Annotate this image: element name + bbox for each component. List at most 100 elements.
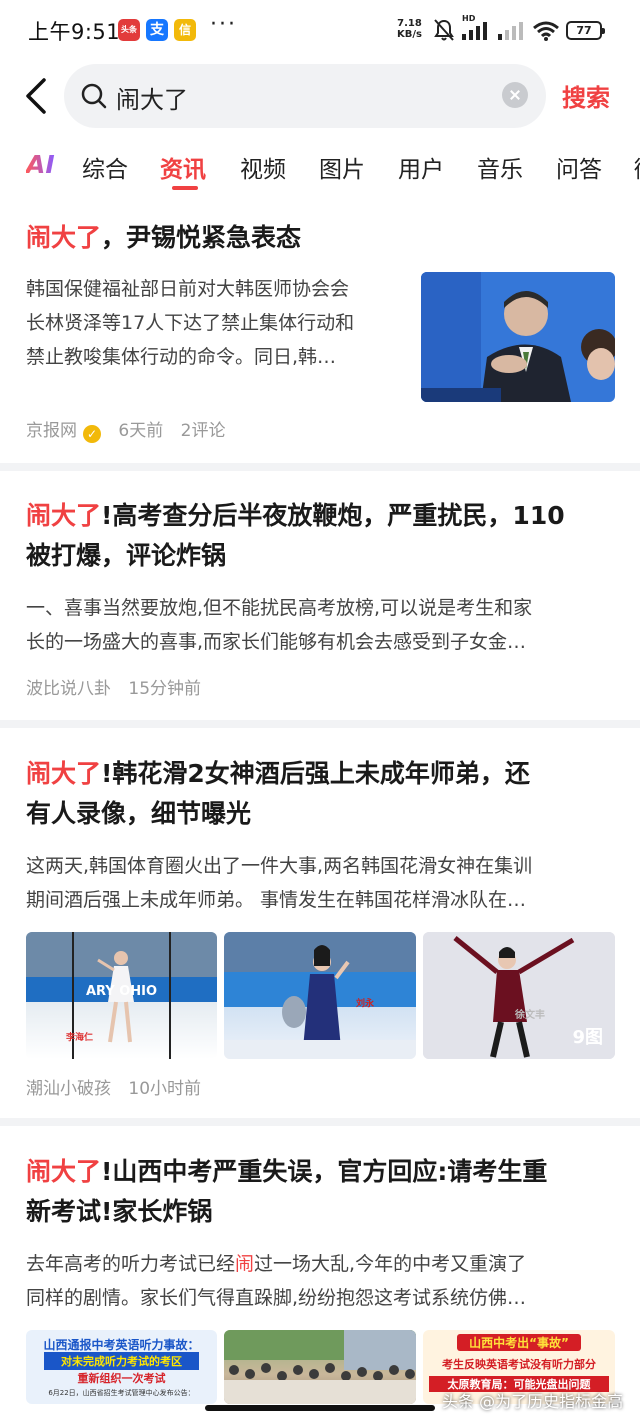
article-title: 闹大了!高考查分后半夜放鞭炮，严重扰民，110 被打爆，评论炸锅 xyxy=(26,496,616,576)
article-summary: 一、喜事当然要放炮,但不能扰民高考放榜,可以说是考生和家 长的一场盛大的喜事,而… xyxy=(26,591,616,659)
tab-users[interactable]: 用户 xyxy=(398,150,444,184)
summary-line: 长的一场盛大的喜事,而家长们能够有机会去感受到子女金… xyxy=(26,631,527,653)
article-title: 闹大了!韩花滑2女神酒后强上未成年师弟，还 有人录像，细节曝光 xyxy=(26,754,616,834)
article-title: 闹大了!山西中考严重失误，官方回应:请考生重 新考试!家长炸锅 xyxy=(26,1152,616,1232)
summary-keyword: 闹 xyxy=(235,1253,255,1275)
summary-line: 韩国保健福祉部日前对大韩医师协会会 xyxy=(26,278,350,300)
alipay-app-icon: 支 xyxy=(146,19,168,41)
summary-line: 期间酒后强上未成年师弟。 事情发生在韩国花样滑冰队在… xyxy=(26,889,527,911)
tab-ai[interactable]: AI xyxy=(26,150,55,179)
article-thumbnail-1[interactable]: 山西通报中考英语听力事故： 对未完成听力考试的考区 重新组织一次考试 6月22日… xyxy=(26,1330,217,1404)
thumb-caption: 徐文丰 xyxy=(515,1010,545,1021)
wifi-icon xyxy=(533,21,559,41)
article-summary: 去年高考的听力考试已经闹过一场大乱,今年的中考又重演了 同样的剧情。家长们气得直… xyxy=(26,1247,616,1315)
comment-count: 2评论 xyxy=(180,421,226,441)
net-speed-unit: KB/s xyxy=(397,29,422,40)
image-count-badge: 9图 xyxy=(572,1027,603,1048)
divider xyxy=(0,1118,640,1126)
title-text: 有人录像，细节曝光 xyxy=(26,799,252,828)
article-thumbnail-1[interactable]: ARY OHIO 李海仁 xyxy=(26,932,217,1059)
thumb-caption: 李海仁 xyxy=(66,1033,94,1043)
tab-news[interactable]: 资讯 xyxy=(160,150,206,184)
summary-text: 去年高考的听力考试已经 xyxy=(26,1253,236,1275)
status-bar: 上午9:51 头条 支 信 ··· 7.18 KB/s HD 77 xyxy=(0,0,640,62)
divider xyxy=(0,720,640,728)
battery-indicator: 77 xyxy=(566,21,605,40)
summary-line: 去年高考的听力考试已经闹过一场大乱,今年的中考又重演了 xyxy=(26,1247,616,1281)
summary-line: 长林贤泽等17人下达了禁止集体行动和 xyxy=(26,312,355,334)
news-article-4[interactable]: 闹大了!山西中考严重失误，官方回应:请考生重 新考试!家长炸锅 去年高考的听力考… xyxy=(0,1144,640,1423)
thumb-headline: 6月22日，山西省招生考试管理中心发布公告： xyxy=(48,1389,195,1397)
tab-qa[interactable]: 问答 xyxy=(556,150,602,184)
toutiao-app-icon: 头条 xyxy=(118,19,140,41)
title-keyword: 闹大了 xyxy=(26,223,102,252)
publish-time: 15分钟前 xyxy=(128,679,202,699)
net-speed: 7.18 KB/s xyxy=(397,18,422,40)
crowd-photo xyxy=(224,1330,416,1404)
more-notifications-icon: ··· xyxy=(210,12,237,37)
tab-weitoutiao[interactable]: 微 xyxy=(634,150,640,184)
title-text: !高考查分后半夜放鞭炮，严重扰民，110 xyxy=(101,501,565,530)
bell-muted-icon xyxy=(434,19,454,41)
search-button[interactable]: 搜索 xyxy=(562,78,610,113)
source-name: 潮汕小破孩 xyxy=(26,1079,111,1099)
publish-time: 10小时前 xyxy=(128,1079,202,1099)
article-thumbnail-2[interactable]: 刘永 xyxy=(224,932,416,1059)
summary-line: 这两天,韩国体育圈火出了一件大事,两名韩国花滑女神在集训 xyxy=(26,855,533,877)
skater-photo xyxy=(224,932,416,1059)
tab-video[interactable]: 视频 xyxy=(240,150,286,184)
category-tabs: AI 综合 资讯 视频 图片 用户 音乐 问答 微 xyxy=(0,142,640,194)
signal-2-icon xyxy=(498,22,523,40)
article-title: 闹大了，尹锡悦紧急表态 xyxy=(26,218,616,258)
article-thumbnail[interactable] xyxy=(421,272,615,402)
article-thumbnail-3[interactable]: 徐文丰 9图 xyxy=(423,932,615,1059)
title-keyword: 闹大了 xyxy=(26,501,102,530)
news-article-1[interactable]: 闹大了，尹锡悦紧急表态 韩国保健福祉部日前对大韩医师协会会 长林贤泽等17人下达… xyxy=(0,210,640,465)
thumb-caption: ARY OHIO xyxy=(85,984,158,999)
title-keyword: 闹大了 xyxy=(26,759,102,788)
signal-icon xyxy=(462,22,487,40)
title-text: ，尹锡悦紧急表态 xyxy=(101,223,302,252)
search-input[interactable]: 闹大了 xyxy=(64,64,546,128)
article-meta: 潮汕小破孩 10小时前 xyxy=(26,1074,213,1099)
title-keyword: 闹大了 xyxy=(26,1157,102,1186)
verified-badge-icon: ✓ xyxy=(83,425,101,443)
title-text: 被打爆，评论炸锅 xyxy=(26,541,227,570)
divider xyxy=(0,463,640,471)
news-article-3[interactable]: 闹大了!韩花滑2女神酒后强上未成年师弟，还 有人录像，细节曝光 这两天,韩国体育… xyxy=(0,746,640,1116)
article-summary: 这两天,韩国体育圈火出了一件大事,两名韩国花滑女神在集训 期间酒后强上未成年师弟… xyxy=(26,849,616,917)
summary-line: 同样的剧情。家长们气得直跺脚,纷纷抱怨这考试系统仿佛… xyxy=(26,1287,527,1309)
summary-line: 禁止教唆集体行动的命令。同日,韩… xyxy=(26,346,337,368)
watermark: 头条 @为了历史指标金高 xyxy=(442,1392,624,1411)
search-icon xyxy=(81,83,107,109)
summary-line: 一、喜事当然要放炮,但不能扰民高考放榜,可以说是考生和家 xyxy=(26,597,533,619)
tab-images[interactable]: 图片 xyxy=(319,150,365,184)
article-meta: 京报网 ✓ 6天前 2评论 xyxy=(26,416,237,443)
search-query: 闹大了 xyxy=(116,86,188,114)
publish-time: 6天前 xyxy=(118,421,164,441)
home-indicator[interactable] xyxy=(205,1405,435,1411)
thumb-headline: 山西通报中考英语听力事故： xyxy=(43,1338,200,1352)
article-thumbnail-2[interactable] xyxy=(224,1330,416,1404)
thumb-headline: 考生反映英语考试没有听力部分 xyxy=(442,1358,596,1371)
back-arrow-icon[interactable] xyxy=(20,76,56,116)
thumb-headline: 山西中考出“事故” xyxy=(457,1334,581,1351)
summary-text: 过一场大乱,今年的中考又重演了 xyxy=(254,1253,527,1275)
title-text: 新考试!家长炸锅 xyxy=(26,1197,213,1226)
title-text: !山西中考严重失误，官方回应:请考生重 xyxy=(101,1157,548,1186)
clear-search-icon[interactable] xyxy=(502,82,528,108)
title-text: !韩花滑2女神酒后强上未成年师弟，还 xyxy=(101,759,530,788)
thumb-headline: 重新组织一次考试 xyxy=(77,1372,166,1385)
net-speed-value: 7.18 xyxy=(397,18,422,29)
thumb-caption: 刘永 xyxy=(356,999,375,1009)
active-tab-indicator xyxy=(172,186,198,190)
tab-comprehensive[interactable]: 综合 xyxy=(82,150,128,184)
news-article-2[interactable]: 闹大了!高考查分后半夜放鞭炮，严重扰民，110 被打爆，评论炸锅 一、喜事当然要… xyxy=(0,488,640,718)
status-time: 上午9:51 xyxy=(28,20,121,44)
message-app-icon: 信 xyxy=(174,19,196,41)
president-photo xyxy=(421,272,615,402)
source-name: 京报网 xyxy=(26,421,77,441)
article-meta: 波比说八卦 15分钟前 xyxy=(26,674,213,699)
source-name: 波比说八卦 xyxy=(26,679,111,699)
tab-music[interactable]: 音乐 xyxy=(477,150,523,184)
